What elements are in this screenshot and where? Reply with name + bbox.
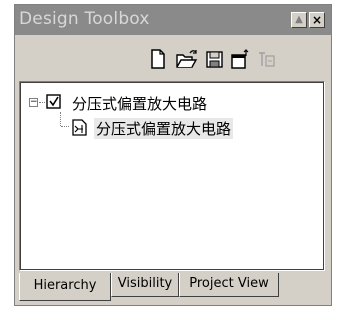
tab-visibility[interactable]: Visibility xyxy=(111,273,179,297)
collapse-toggle[interactable]: − xyxy=(29,98,38,107)
tree-connector xyxy=(60,112,61,126)
window-title: Design Toolbox xyxy=(19,9,150,29)
tree-node-label: 分压式偏置放大电路 xyxy=(94,118,234,139)
design-toolbox-panel: Design Toolbox ▲ × − 分压式偏置放大电路 分压式偏置放大电路… xyxy=(14,4,332,306)
new-document-icon[interactable] xyxy=(147,47,169,71)
maximize-button[interactable]: ▲ xyxy=(291,12,307,28)
open-folder-icon[interactable] xyxy=(175,47,198,71)
text-icon[interactable] xyxy=(255,47,277,71)
tree-connector xyxy=(61,126,69,127)
tree-node-label: 分压式偏置放大电路 xyxy=(72,95,208,113)
tab-hierarchy[interactable]: Hierarchy xyxy=(19,273,111,301)
schematic-sheet-icon xyxy=(70,117,90,137)
tab-project-view[interactable]: Project View xyxy=(179,273,279,297)
toolbar xyxy=(15,47,331,73)
design-checkbox-icon xyxy=(46,94,62,110)
export-icon[interactable] xyxy=(229,47,251,71)
title-bar[interactable]: Design Toolbox ▲ × xyxy=(15,5,331,35)
close-button[interactable]: × xyxy=(309,12,325,28)
tab-strip: Hierarchy Visibility Project View xyxy=(19,273,325,301)
tree-connector xyxy=(39,102,45,103)
hierarchy-tree[interactable]: − 分压式偏置放大电路 分压式偏置放大电路 xyxy=(19,81,325,271)
save-icon[interactable] xyxy=(203,47,225,71)
